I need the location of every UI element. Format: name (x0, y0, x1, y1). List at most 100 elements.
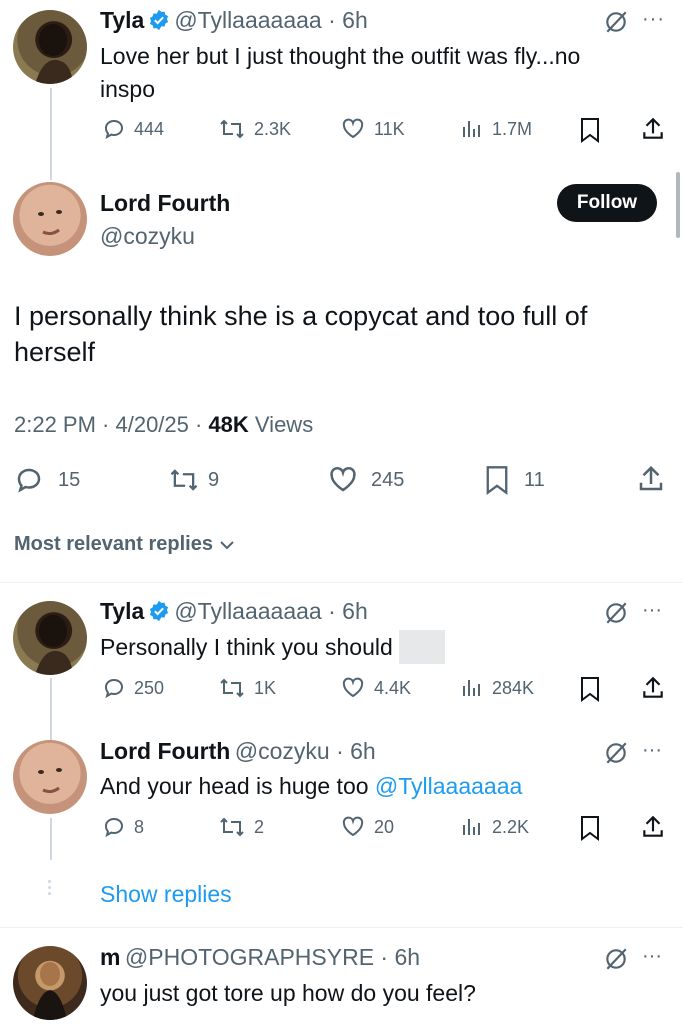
view-count: 2.2K (492, 816, 530, 837)
reply-button[interactable]: 444 (102, 117, 164, 141)
timestamp-link[interactable]: 2:22 PM · 4/20/25 · (14, 412, 208, 437)
author-name[interactable]: Tyla (100, 598, 144, 624)
repost-icon (220, 817, 244, 837)
like-count: 245 (371, 468, 405, 491)
like-count: 11K (374, 118, 405, 139)
analytics-icon (463, 680, 480, 696)
views-button[interactable]: 2.2K (460, 815, 529, 839)
avatar[interactable] (13, 946, 87, 1020)
share-icon[interactable] (640, 116, 666, 147)
bookmark-icon (486, 466, 508, 495)
views-button[interactable]: 284K (460, 676, 534, 700)
repost-count: 2 (254, 816, 265, 837)
reply-icon (104, 119, 124, 140)
bookmark-icon[interactable] (579, 815, 601, 846)
reply-count: 444 (134, 118, 165, 139)
avatar[interactable] (13, 740, 87, 814)
reply-count: 15 (58, 468, 81, 491)
reply-icon (17, 468, 41, 493)
verified-badge-icon (148, 9, 170, 36)
divider (0, 927, 683, 928)
tweet-text: you just got tore up how do you feel? (100, 980, 476, 1006)
divider (0, 582, 683, 583)
bookmark-icon[interactable] (579, 676, 601, 707)
share-icon[interactable] (640, 675, 666, 706)
show-replies-link[interactable]: Show replies (100, 881, 232, 908)
reply-button[interactable]: 8 (102, 815, 144, 839)
reply-count: 8 (134, 816, 145, 837)
avatar[interactable] (13, 182, 87, 256)
bookmark-button[interactable]: 11 (484, 465, 545, 495)
author-handle-time[interactable]: @Tyllaaaaaaa · 6h (174, 598, 367, 624)
like-count: 4.4K (374, 677, 412, 698)
tweet-text: And your head is huge too (100, 773, 375, 799)
grok-icon[interactable] (603, 740, 629, 771)
reply-button[interactable]: 250 (102, 676, 164, 700)
scrollbar[interactable] (676, 172, 680, 238)
like-button[interactable]: 20 (340, 815, 394, 839)
tweet-text: Personally I think you should (100, 633, 393, 660)
reply-button[interactable]: 15 (14, 465, 80, 495)
view-count: 284K (492, 677, 535, 698)
thread-line (50, 818, 52, 860)
more-options-icon[interactable]: ··· (642, 739, 662, 762)
grok-icon[interactable] (603, 9, 629, 40)
thread-line (50, 678, 52, 740)
like-button[interactable]: 4.4K (340, 676, 411, 700)
heart-icon (342, 816, 364, 837)
author-handle-time[interactable]: @Tyllaaaaaaa · 6h (174, 7, 367, 33)
author-handle-time[interactable]: @PHOTOGRAPHSYRE · 6h (125, 944, 420, 970)
views-count: 48K (208, 412, 249, 437)
author-handle-time[interactable]: @cozyku · 6h (235, 738, 376, 764)
repost-icon (170, 469, 198, 491)
view-count: 1.7M (492, 118, 533, 139)
share-icon[interactable] (636, 464, 666, 499)
chevron-down-icon (220, 540, 234, 549)
more-options-icon[interactable]: ··· (642, 945, 662, 968)
repost-button[interactable]: 1K (218, 676, 276, 700)
bookmark-icon[interactable] (579, 117, 601, 148)
mention-link[interactable]: @Tyllaaaaaaa (375, 773, 522, 799)
tweet-timestamp: 2:22 PM · 4/20/25 · 48K Views (14, 412, 313, 438)
more-options-icon[interactable]: ··· (642, 8, 665, 31)
avatar[interactable] (13, 601, 87, 675)
author-name[interactable]: Lord Fourth (100, 190, 230, 217)
repost-button[interactable]: 9 (168, 465, 219, 495)
thread-dots-icon (48, 880, 52, 895)
repost-count: 9 (208, 468, 220, 491)
repost-icon (220, 119, 244, 139)
repost-count: 1K (254, 677, 277, 698)
avatar[interactable] (13, 10, 87, 84)
grok-icon[interactable] (603, 946, 629, 977)
follow-button[interactable]: Follow (557, 184, 657, 222)
bookmark-count: 11 (524, 468, 545, 491)
analytics-icon (463, 121, 480, 137)
tweet-text: herself (14, 337, 96, 367)
author-name[interactable]: Tyla (100, 7, 144, 33)
thread-line (50, 88, 52, 180)
sort-label: Most relevant replies (14, 533, 213, 555)
author-handle[interactable]: @cozyku (100, 223, 195, 250)
repost-count: 2.3K (254, 118, 292, 139)
like-button[interactable]: 11K (340, 117, 405, 141)
reply-count: 250 (134, 677, 165, 698)
reply-icon (104, 678, 124, 699)
author-name[interactable]: m (100, 944, 120, 970)
sort-replies-dropdown[interactable]: Most relevant replies (14, 533, 237, 556)
repost-button[interactable]: 2.3K (218, 117, 291, 141)
like-button[interactable]: 245 (327, 465, 404, 495)
emoji-placeholder (398, 630, 445, 664)
repost-button[interactable]: 2 (218, 815, 264, 839)
grok-icon[interactable] (603, 600, 629, 631)
tweet-text: inspo (100, 76, 155, 102)
heart-icon (342, 677, 364, 698)
author-name[interactable]: Lord Fourth (100, 738, 230, 764)
heart-icon (342, 118, 364, 139)
tweet-text: Love her but I just thought the outfit w… (100, 43, 581, 69)
repost-icon (220, 678, 244, 698)
views-button[interactable]: 1.7M (460, 117, 532, 141)
share-icon[interactable] (640, 814, 666, 845)
more-options-icon[interactable]: ··· (642, 599, 662, 622)
verified-badge-icon (148, 600, 170, 627)
reply-icon (104, 817, 124, 838)
